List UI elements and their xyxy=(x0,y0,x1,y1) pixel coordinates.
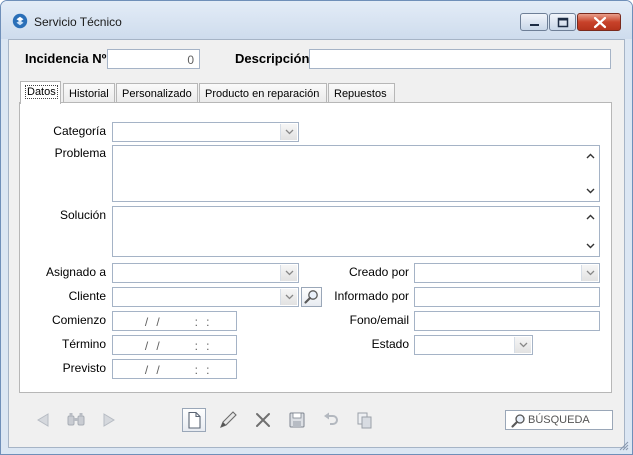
comienzo-label: Comienzo xyxy=(51,313,106,327)
fono-label: Fono/email xyxy=(349,313,409,327)
estado-combo[interactable] xyxy=(414,335,533,355)
previous-record-button[interactable] xyxy=(31,408,55,432)
minimize-button[interactable] xyxy=(520,13,548,31)
estado-dropdown-button[interactable] xyxy=(514,337,531,353)
incidencia-label: Incidencia Nº xyxy=(25,51,107,66)
copy-record-button[interactable] xyxy=(352,408,376,432)
chevron-down-icon xyxy=(586,270,595,276)
save-disk-icon xyxy=(289,412,305,428)
solucion-textarea[interactable] xyxy=(112,206,600,257)
categoria-dropdown-button[interactable] xyxy=(280,124,297,140)
tab-producto-reparacion-label: Producto en reparación xyxy=(205,88,320,100)
solucion-label: Solución xyxy=(59,208,106,222)
problema-scrollbar[interactable] xyxy=(582,146,599,201)
app-window: Servicio Técnico Incidencia Nº 0 Descrip… xyxy=(0,0,633,455)
tab-personalizado-label: Personalizado xyxy=(122,88,192,100)
delete-record-button[interactable] xyxy=(251,408,275,432)
scroll-up-icon[interactable] xyxy=(586,153,595,159)
copy-icon xyxy=(357,412,372,429)
arrow-right-icon xyxy=(103,413,115,427)
chevron-down-icon xyxy=(285,129,294,135)
informado-field[interactable] xyxy=(414,287,600,307)
previsto-label: Previsto xyxy=(62,361,106,375)
close-icon xyxy=(593,16,607,29)
chevron-down-icon xyxy=(285,294,294,300)
informado-label: Informado por xyxy=(334,289,409,303)
undo-button[interactable] xyxy=(319,408,343,432)
problema-label: Problema xyxy=(54,146,106,160)
solucion-scrollbar[interactable] xyxy=(582,207,599,256)
comienzo-datetime-field[interactable]: / / : : xyxy=(112,311,237,331)
window-title: Servicio Técnico xyxy=(34,15,122,29)
problema-textarea[interactable] xyxy=(112,145,600,202)
binoculars-icon xyxy=(67,413,85,426)
tab-historial-label: Historial xyxy=(69,88,109,100)
close-button[interactable] xyxy=(577,13,621,31)
incidencia-number-field[interactable]: 0 xyxy=(107,49,200,69)
tab-datos[interactable]: Datos xyxy=(20,81,61,104)
cliente-combo[interactable] xyxy=(112,287,299,307)
asignado-dropdown-button[interactable] xyxy=(280,265,297,281)
termino-label: Término xyxy=(61,337,106,351)
next-record-button[interactable] xyxy=(97,408,121,432)
new-record-button[interactable] xyxy=(182,408,206,432)
resize-grip-icon[interactable] xyxy=(617,439,629,451)
arrow-left-icon xyxy=(37,413,49,427)
chevron-down-icon xyxy=(285,270,294,276)
minimize-icon xyxy=(530,24,539,26)
creado-combo[interactable] xyxy=(414,263,600,283)
incidencia-number-value: 0 xyxy=(187,53,194,67)
edit-record-button[interactable] xyxy=(216,408,240,432)
categoria-combo[interactable] xyxy=(112,122,299,142)
descripcion-label: Descripción xyxy=(235,51,310,66)
termino-datetime-field[interactable]: / / : : xyxy=(112,335,237,355)
new-document-icon xyxy=(188,411,201,429)
estado-label: Estado xyxy=(371,337,409,351)
previsto-datetime-field[interactable]: / / : : xyxy=(112,359,237,379)
busqueda-button[interactable]: BÚSQUEDA xyxy=(505,410,613,430)
asignado-combo[interactable] xyxy=(112,263,299,283)
previsto-mask: / / : : xyxy=(141,363,211,377)
title-bar[interactable]: Servicio Técnico xyxy=(1,1,632,39)
scroll-up-icon[interactable] xyxy=(586,214,595,220)
scroll-down-icon[interactable] xyxy=(586,188,595,194)
bottom-toolbar: BÚSQUEDA xyxy=(11,402,622,444)
client-area: Incidencia Nº 0 Descripción Datos Histor… xyxy=(8,39,625,448)
app-logo-icon xyxy=(12,13,28,29)
creado-dropdown-button[interactable] xyxy=(581,265,598,281)
creado-label: Creado por xyxy=(348,265,409,279)
datos-tab-panel: Categoría Problema Solución Asignado a C… xyxy=(19,102,612,393)
chevron-down-icon xyxy=(519,342,528,348)
comienzo-mask: / / : : xyxy=(141,315,211,329)
tab-datos-label: Datos xyxy=(25,85,58,99)
pencil-icon xyxy=(220,411,237,428)
cliente-label: Cliente xyxy=(68,289,106,303)
descripcion-field[interactable] xyxy=(309,49,611,69)
categoria-label: Categoría xyxy=(53,124,106,138)
save-record-button[interactable] xyxy=(285,408,309,432)
maximize-button[interactable] xyxy=(549,13,576,31)
delete-x-icon xyxy=(256,413,270,427)
busqueda-label: BÚSQUEDA xyxy=(528,414,590,426)
asignado-label: Asignado a xyxy=(45,265,106,279)
termino-mask: / / : : xyxy=(141,339,211,353)
tab-repuestos-label: Repuestos xyxy=(334,88,387,100)
find-record-button[interactable] xyxy=(64,408,88,432)
maximize-icon xyxy=(557,17,569,28)
undo-icon xyxy=(324,412,338,425)
search-icon xyxy=(511,414,525,428)
cliente-dropdown-button[interactable] xyxy=(280,289,297,305)
fono-email-field[interactable] xyxy=(414,311,600,331)
scroll-down-icon[interactable] xyxy=(586,243,595,249)
